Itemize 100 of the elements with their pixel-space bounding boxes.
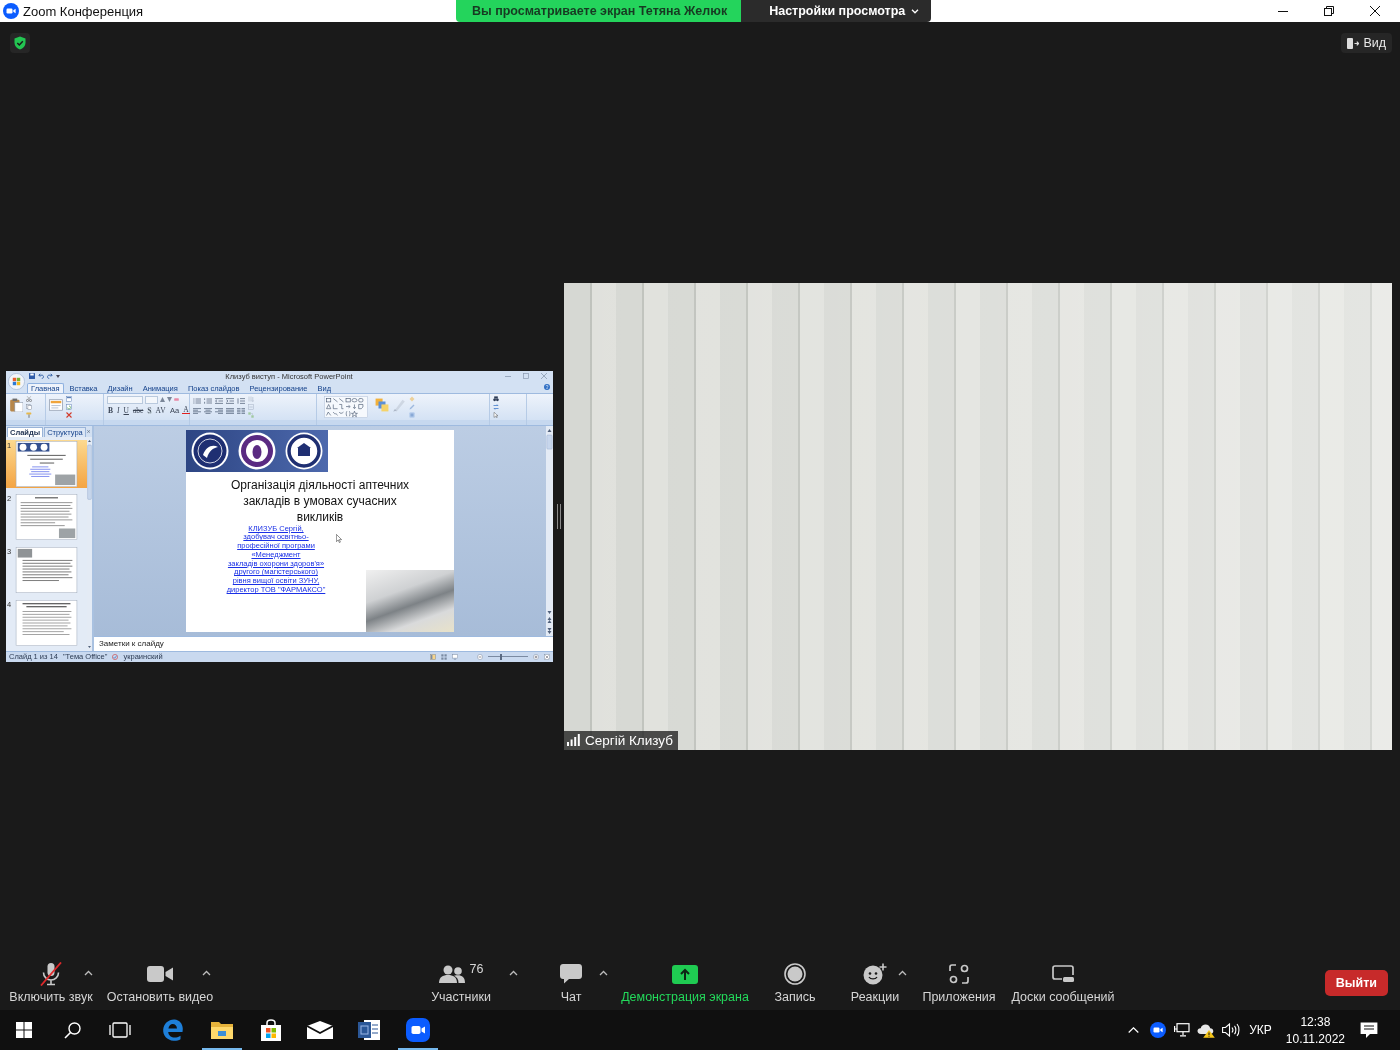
participants-button[interactable]: 76 Участники — [429, 960, 493, 1004]
clipboard-icon[interactable] — [9, 397, 23, 412]
cursor-icon[interactable] — [493, 411, 499, 418]
chevron-up-icon[interactable] — [1128, 1027, 1140, 1033]
align-left-icon[interactable] — [193, 407, 201, 414]
eraser-icon[interactable] — [174, 398, 179, 401]
search-icon[interactable] — [63, 1021, 81, 1039]
screen-share-notice: Вы просматриваете экран Тетяна Желюк — [456, 0, 742, 22]
effects-icon[interactable] — [409, 411, 415, 418]
increase-indent-icon[interactable] — [226, 397, 234, 404]
caret-up-icon[interactable] — [509, 970, 518, 976]
chat-button[interactable]: Чат — [558, 960, 584, 1004]
camera-logo-icon — [3, 3, 19, 19]
window-title: Zoom Конференция — [23, 3, 144, 19]
round-seal-icon — [285, 431, 324, 470]
camera-app-icon — [405, 1018, 430, 1042]
zoom-in-icon[interactable] — [533, 653, 539, 660]
redo-icon[interactable] — [47, 373, 53, 379]
undo-icon[interactable] — [38, 373, 44, 379]
speaker-icon[interactable] — [1222, 1023, 1241, 1037]
mouse-cursor-icon — [336, 533, 342, 543]
start-icon[interactable] — [16, 1022, 32, 1038]
normal-view-icon[interactable] — [430, 653, 436, 660]
bullet-list-icon[interactable] — [193, 397, 201, 404]
chat-bubble-icon — [560, 964, 582, 984]
maximize-icon[interactable] — [523, 373, 529, 379]
notification-icon[interactable] — [1360, 1021, 1378, 1039]
new-slide-icon[interactable] — [49, 397, 63, 412]
round-seal-icon — [190, 431, 229, 470]
close-icon[interactable] — [1370, 6, 1380, 16]
share-screen-button[interactable]: Демонстрация экрана — [619, 960, 751, 1004]
apps-button[interactable]: Приложения — [920, 960, 998, 1004]
clock-time[interactable]: 12:38 — [1300, 1014, 1331, 1029]
increase-size-icon[interactable] — [160, 397, 165, 402]
office-button-icon[interactable] — [8, 372, 25, 390]
view-options-button[interactable]: Настройки просмотра — [741, 0, 932, 22]
font-name-field[interactable] — [107, 395, 143, 404]
decrease-indent-icon[interactable] — [215, 397, 223, 404]
reset-icon[interactable] — [66, 403, 72, 410]
pen-icon[interactable] — [409, 403, 415, 410]
slideshow-icon[interactable] — [452, 653, 458, 660]
browser-icon — [160, 1018, 185, 1042]
paint-roller-icon[interactable] — [26, 411, 32, 418]
cloud-warning-icon[interactable] — [1197, 1022, 1216, 1038]
task-view-icon[interactable] — [109, 1022, 131, 1038]
save-icon[interactable] — [29, 373, 35, 379]
folder-icon — [209, 1020, 234, 1040]
clock-date[interactable]: 10.11.2022 — [1285, 1031, 1345, 1046]
slide-thumbnail — [15, 599, 78, 646]
record-icon — [784, 963, 806, 985]
slide-sorter-icon[interactable] — [441, 653, 447, 660]
font-size-field[interactable] — [145, 395, 158, 404]
slide-thumbnail — [15, 546, 78, 593]
line-spacing-icon[interactable] — [237, 397, 245, 404]
keyboard-language[interactable]: УКР — [1249, 1023, 1272, 1037]
network-icon[interactable] — [1174, 1023, 1191, 1037]
copy-icon[interactable] — [26, 403, 32, 410]
record-button[interactable]: Запись — [772, 960, 818, 1004]
fit-window-icon[interactable] — [544, 653, 550, 660]
video-camera-icon — [147, 965, 173, 983]
caret-up-icon[interactable] — [202, 970, 211, 976]
align-right-icon[interactable] — [215, 407, 223, 414]
microphone-button[interactable]: Включить звук — [7, 960, 95, 1004]
help-icon[interactable] — [544, 384, 550, 390]
spell-check-icon[interactable] — [112, 653, 119, 660]
zoom-slider-handle[interactable] — [500, 653, 503, 660]
minimize-icon[interactable] — [1278, 10, 1288, 12]
signal-bars-icon — [567, 734, 580, 746]
justify-icon[interactable] — [226, 407, 234, 414]
arrange-shapes-icon[interactable] — [375, 397, 389, 412]
camera-app-icon[interactable] — [1150, 1022, 1167, 1038]
decrease-size-icon[interactable] — [167, 397, 172, 402]
smiley-plus-icon — [863, 963, 887, 985]
zoom-out-icon[interactable] — [477, 653, 483, 660]
view-button[interactable]: Вид — [1341, 33, 1392, 53]
delete-icon[interactable] — [66, 411, 72, 418]
whiteboards-button[interactable]: Доски сообщений — [1009, 960, 1117, 1004]
numbered-list-icon[interactable] — [204, 397, 212, 404]
layout-icon[interactable] — [66, 395, 72, 402]
vertical-scrollbar[interactable] — [546, 425, 553, 636]
security-shield-icon[interactable] — [10, 33, 30, 53]
binoculars-icon[interactable] — [493, 395, 499, 402]
caret-up-icon[interactable] — [599, 970, 608, 976]
align-center-icon[interactable] — [204, 407, 212, 414]
leave-button[interactable]: Выйти — [1324, 970, 1388, 996]
caret-up-icon[interactable] — [84, 970, 93, 976]
shopping-bag-icon — [259, 1019, 282, 1041]
caret-up-icon[interactable] — [898, 970, 907, 976]
people-icon — [438, 965, 465, 983]
slide-title: Організація діяльності аптечних закладів в умовах сучасних викликів — [229, 476, 411, 525]
scissors-icon[interactable] — [26, 395, 32, 402]
smartart-icon[interactable] — [248, 411, 254, 418]
resize-handle[interactable] — [557, 503, 561, 529]
caret-down-icon[interactable] — [56, 374, 60, 378]
columns-icon[interactable] — [237, 407, 245, 414]
round-seal-icon — [238, 431, 276, 470]
restore-icon[interactable] — [1324, 6, 1334, 16]
video-button[interactable]: Остановить видео — [104, 960, 216, 1004]
participant-name: Сергій Клизуб — [585, 732, 673, 748]
reactions-button[interactable]: Реакции — [848, 960, 902, 1004]
